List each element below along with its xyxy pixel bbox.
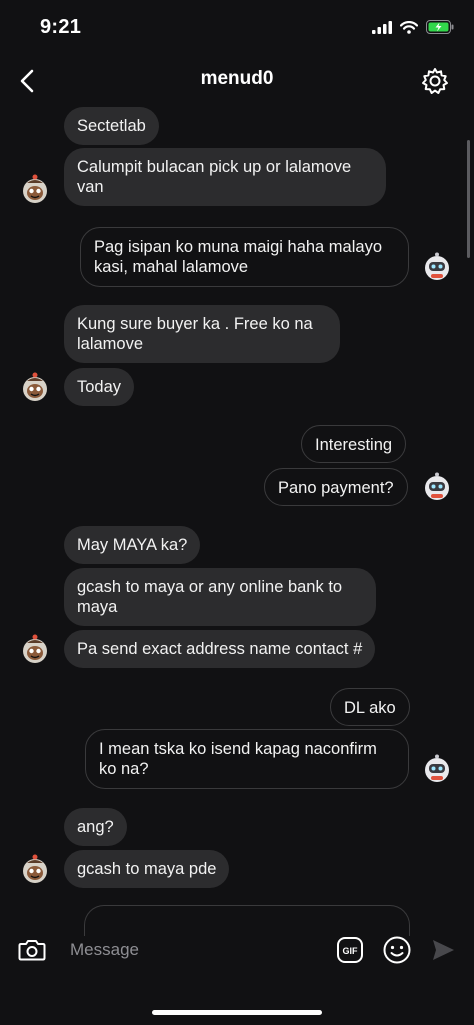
message-incoming[interactable]: Today <box>64 368 135 406</box>
message-outgoing[interactable]: Interesting <box>301 425 407 463</box>
gif-icon: GIF <box>337 937 363 963</box>
message-bubble: Today <box>64 368 135 406</box>
message-outgoing[interactable]: DL ako <box>330 688 410 726</box>
message-outgoing[interactable]: I mean tska ko isend kapag naconfirm ko … <box>85 729 409 789</box>
avatar-incoming[interactable] <box>18 370 52 404</box>
emoji-icon <box>383 936 411 964</box>
message-incoming[interactable]: gcash to maya or any online bank to maya <box>64 568 376 626</box>
message-bubble: Pa send exact address name contact # <box>64 630 376 668</box>
avatar-outgoing[interactable] <box>420 470 454 504</box>
send-arrow-icon <box>433 940 454 960</box>
message-bubble: May MAYA ka? <box>64 526 201 564</box>
message-bubble: Pag isipan ko muna maigi haha malayo kas… <box>80 227 409 287</box>
message-bubble: gcash to maya pde <box>64 850 230 888</box>
avatar-icon <box>425 252 449 280</box>
avatar-incoming[interactable] <box>18 172 52 206</box>
chat-header: menud0 <box>0 58 474 104</box>
message-bubble: Interesting <box>301 425 407 463</box>
battery-charging-icon <box>426 20 454 34</box>
message-incoming[interactable]: Calumpit bulacan pick up or lalamove van <box>64 148 386 206</box>
message-bubble: Kung sure buyer ka . Free ko na lalamove <box>64 305 340 363</box>
avatar-icon <box>425 472 449 500</box>
camera-button[interactable] <box>16 934 48 966</box>
wifi-icon <box>400 20 418 34</box>
message-incoming[interactable]: May MAYA ka? <box>64 526 201 564</box>
emoji-button[interactable] <box>381 934 413 966</box>
status-icons <box>372 20 454 34</box>
avatar-outgoing[interactable] <box>420 250 454 284</box>
message-bubble: gcash to maya or any online bank to maya <box>64 568 376 626</box>
settings-button[interactable] <box>418 64 452 98</box>
message-bubble: Pano payment? <box>264 468 408 506</box>
send-button[interactable] <box>428 935 458 965</box>
gear-icon <box>422 68 448 94</box>
avatar-icon <box>23 854 47 883</box>
status-time: 9:21 <box>40 16 82 38</box>
message-bubble: I mean tska ko isend kapag naconfirm ko … <box>85 729 409 789</box>
avatar-icon <box>23 372 47 401</box>
message-composer: GIF <box>0 925 474 975</box>
gif-label: GIF <box>343 946 359 956</box>
message-incoming[interactable]: Pa send exact address name contact # <box>64 630 376 668</box>
message-bubble: Calumpit bulacan pick up or lalamove van <box>64 148 386 206</box>
camera-icon <box>18 940 46 961</box>
message-bubble: ang? <box>64 808 127 846</box>
scroll-indicator[interactable] <box>467 140 470 258</box>
avatar-incoming[interactable] <box>18 632 52 666</box>
message-incoming[interactable]: gcash to maya pde <box>64 850 230 888</box>
avatar-incoming[interactable] <box>18 852 52 886</box>
message-bubble: DL ako <box>330 688 410 726</box>
avatar-outgoing[interactable] <box>420 752 454 786</box>
home-indicator <box>152 1010 322 1015</box>
status-bar: 9:21 <box>0 0 474 58</box>
chat-title[interactable]: menud0 <box>0 68 474 90</box>
message-incoming[interactable]: Kung sure buyer ka . Free ko na lalamove <box>64 305 340 363</box>
message-incoming[interactable]: Sectetlab <box>64 107 159 145</box>
gif-button[interactable]: GIF <box>336 936 364 964</box>
avatar-icon <box>23 174 47 203</box>
message-outgoing[interactable]: Pag isipan ko muna maigi haha malayo kas… <box>80 227 409 287</box>
message-incoming[interactable]: ang? <box>64 808 127 846</box>
cellular-signal-icon <box>372 20 392 34</box>
message-bubble: Sectetlab <box>64 107 159 145</box>
avatar-icon <box>23 634 47 663</box>
message-input[interactable] <box>64 934 336 966</box>
message-outgoing[interactable]: Pano payment? <box>264 468 408 506</box>
avatar-icon <box>425 754 449 782</box>
